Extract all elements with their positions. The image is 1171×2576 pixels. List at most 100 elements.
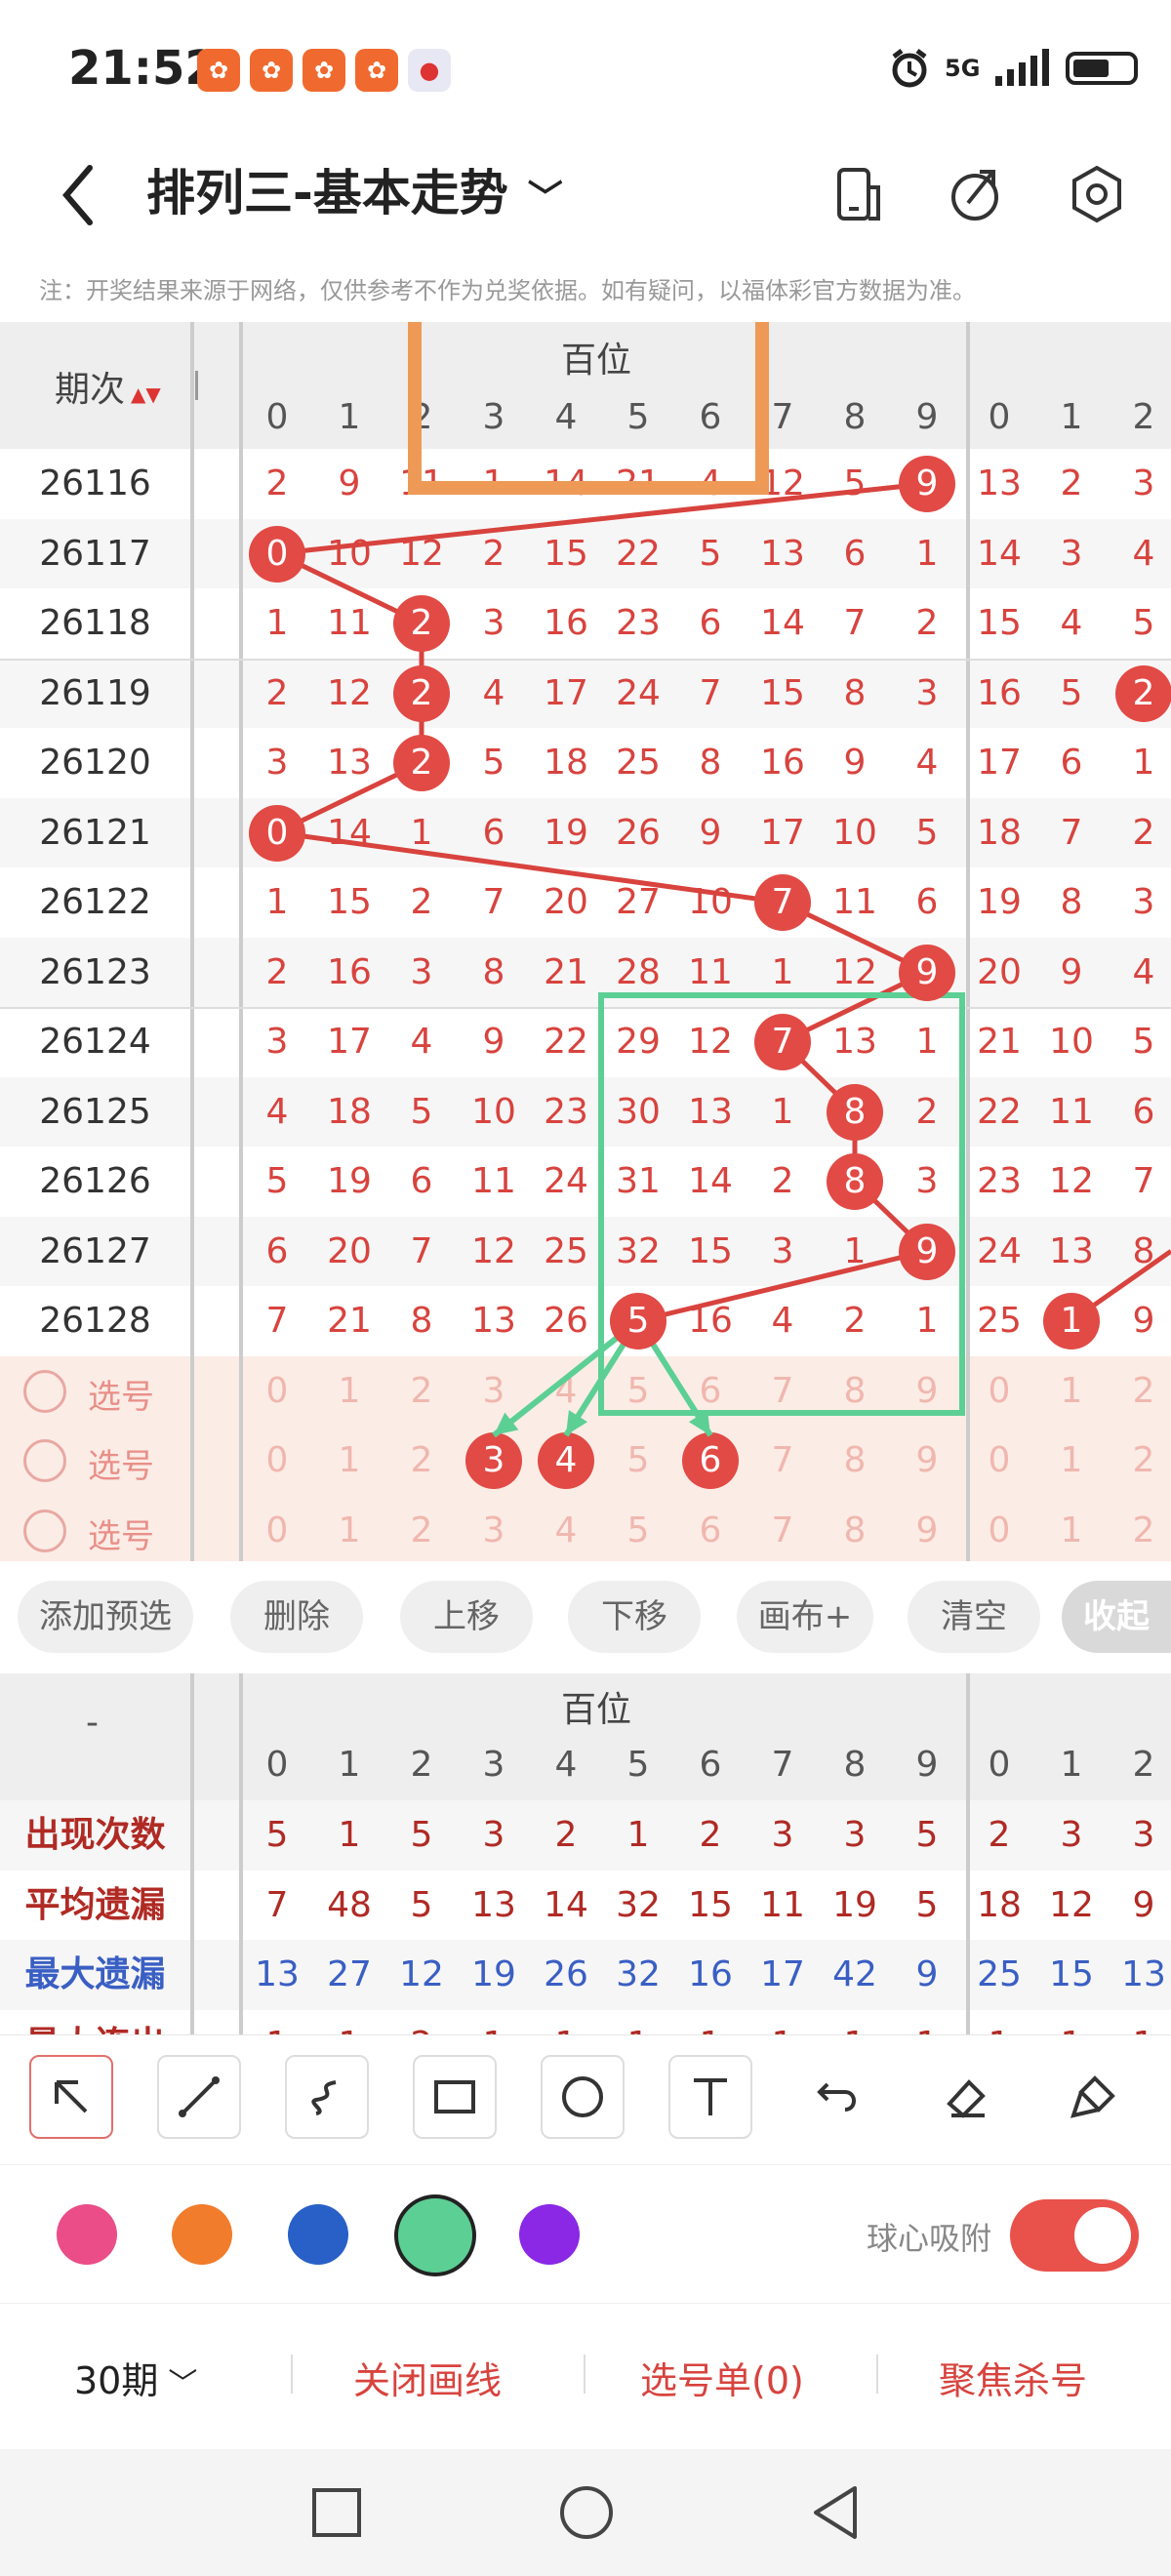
drawing-toolbar — [0, 2034, 1171, 2162]
clear-brush-icon[interactable] — [1052, 2055, 1136, 2139]
move-down-button[interactable]: 下移 — [568, 1581, 701, 1653]
chevron-down-icon: ﹀ — [168, 2367, 198, 2401]
stats-value: 32 — [616, 1884, 661, 1925]
stats-value: 2 — [385, 2010, 458, 2035]
canvas-add-button[interactable]: 画布+ — [737, 1581, 873, 1653]
stats-corner: - — [86, 1703, 99, 1743]
home-icon[interactable] — [558, 2484, 615, 2541]
stats-value: 16 — [688, 1954, 733, 1994]
stats-value: 7 — [265, 1884, 289, 1925]
stats-digit-header: 8 — [843, 1745, 867, 1785]
undo-icon[interactable] — [796, 2055, 880, 2139]
stats-value: 3 — [1060, 1815, 1083, 1855]
recent-apps-icon[interactable] — [310, 2486, 363, 2539]
stats-value: 5 — [410, 1884, 433, 1925]
line-icon[interactable] — [157, 2055, 241, 2139]
delete-button[interactable]: 删除 — [230, 1581, 363, 1653]
stats-digit-header: 1 — [1060, 1745, 1083, 1785]
collapse-button[interactable]: 收起 — [1062, 1581, 1171, 1653]
stats-value: 15 — [688, 1884, 733, 1925]
text-icon[interactable] — [668, 2055, 752, 2139]
stats-digit-header: 3 — [482, 1745, 505, 1785]
trend-table: 期次 ▲▼ 百位 0 1 2 3 4 5 6 7 8 9 0 1 2 26116 2 9 11 1 14 21 4 12 5 1… — [0, 322, 1171, 1561]
system-indicators: 5G — [888, 47, 1139, 90]
focus-kill-button[interactable]: 聚焦杀号 — [939, 2351, 1087, 2404]
stats-value: 2 — [988, 1815, 1011, 1855]
pick-list-button[interactable]: 选号单(0) — [640, 2351, 804, 2404]
add-preselect-button[interactable]: 添加预选 — [18, 1581, 193, 1653]
phone-split-icon[interactable] — [822, 158, 894, 230]
clear-button[interactable]: 清空 — [908, 1581, 1040, 1653]
eraser-icon[interactable] — [924, 2055, 1008, 2139]
drawn-orange-rectangle[interactable] — [408, 322, 769, 495]
notification-icons: ✿ ✿ ✿ ✿ ● — [197, 49, 451, 94]
divider — [291, 2355, 293, 2394]
stats-value: 1 — [891, 2010, 963, 2035]
move-up-button[interactable]: 上移 — [400, 1581, 533, 1653]
draw-ball: 8 — [827, 1083, 883, 1141]
stats-value: 12 — [1049, 1884, 1094, 1925]
color-pink-swatch[interactable] — [57, 2204, 117, 2265]
stats-value: 2 — [699, 1815, 722, 1855]
stats-value: 3 — [771, 1815, 794, 1855]
stats-digit-header: 6 — [699, 1745, 722, 1785]
stats-value: 19 — [471, 1954, 516, 1994]
page-title[interactable]: 排列三-基本走势 ﹀ — [146, 154, 563, 224]
kuaishou-icon: ✿ — [250, 49, 293, 92]
back-arrow-icon[interactable] — [51, 156, 109, 234]
chevron-down-icon[interactable]: ﹀ — [528, 179, 563, 219]
draw-ball: 2 — [393, 735, 450, 791]
app-header: 排列三-基本走势 ﹀ — [0, 137, 1171, 263]
color-green-swatch[interactable] — [394, 2194, 476, 2276]
stats-digit-header: 2 — [1132, 1745, 1155, 1785]
stats-digit-header: 1 — [338, 1745, 361, 1785]
back-icon[interactable] — [808, 2484, 863, 2541]
stats-row-label: 出现次数 — [24, 1815, 166, 1855]
trend-line-segment — [276, 829, 784, 906]
draw-ball: 0 — [249, 525, 305, 583]
draw-ball: 2 — [1115, 664, 1171, 722]
settings-gear-icon[interactable] — [1061, 158, 1133, 230]
stats-value: 1 — [338, 1815, 361, 1855]
pointer-arrow-icon[interactable] — [29, 2055, 113, 2139]
share-icon[interactable] — [939, 158, 1011, 230]
trend-line-segment — [637, 1248, 928, 1324]
color-palette: 球心吸附 — [0, 2164, 1171, 2302]
stats-value: 1 — [458, 2010, 530, 2035]
toggle-knob — [1074, 2207, 1131, 2264]
draw-ball: 5 — [610, 1293, 666, 1349]
rectangle-icon[interactable] — [413, 2055, 497, 2139]
draw-ball: 9 — [899, 944, 955, 1001]
stats-row-label: 平均遗漏 — [24, 1884, 166, 1925]
draw-ball: 2 — [393, 664, 450, 722]
stats-value: 9 — [915, 1954, 939, 1994]
snap-label: 球心吸附 — [867, 2220, 992, 2257]
stats-digit-header: 9 — [915, 1745, 939, 1785]
stats-value: 12 — [399, 1954, 444, 1994]
color-purple-swatch[interactable] — [519, 2204, 580, 2265]
stats-digit-header: 4 — [554, 1745, 578, 1785]
stats-value: 1 — [674, 2010, 747, 2035]
kuaishou-icon: ✿ — [197, 49, 240, 92]
curve-icon[interactable] — [285, 2055, 369, 2139]
period-select[interactable]: 30期 ﹀ — [74, 2351, 197, 2404]
bottom-action-bar: 30期 ﹀ 关闭画线 选号单(0) 聚焦杀号 — [0, 2303, 1171, 2450]
stats-digit-header: 2 — [410, 1745, 433, 1785]
stats-value: 13 — [255, 1954, 300, 1994]
stats-value: 25 — [977, 1954, 1022, 1994]
draw-ball: 9 — [899, 1223, 955, 1280]
color-orange-swatch[interactable] — [172, 2204, 232, 2265]
stats-table: - 百位 0 1 2 3 4 5 6 7 8 9 0 1 2 出现次数 5 1 5 3 2 1 2 3 3 5 2 3 3 平均遗漏 7… — [0, 1673, 1171, 2034]
color-blue-swatch[interactable] — [288, 2204, 348, 2265]
stats-value: 5 — [410, 1815, 433, 1855]
stats-digit-header: 0 — [988, 1745, 1011, 1785]
snap-toggle[interactable] — [1010, 2199, 1139, 2272]
stats-value: 42 — [832, 1954, 877, 1994]
alarm-icon — [892, 49, 927, 88]
battery-icon — [1066, 52, 1139, 85]
stats-value: 1 — [602, 2010, 674, 2035]
circle-icon[interactable] — [541, 2055, 625, 2139]
close-draw-button[interactable]: 关闭画线 — [353, 2351, 502, 2404]
divider — [584, 2355, 586, 2394]
stats-value: 1 — [626, 1815, 650, 1855]
